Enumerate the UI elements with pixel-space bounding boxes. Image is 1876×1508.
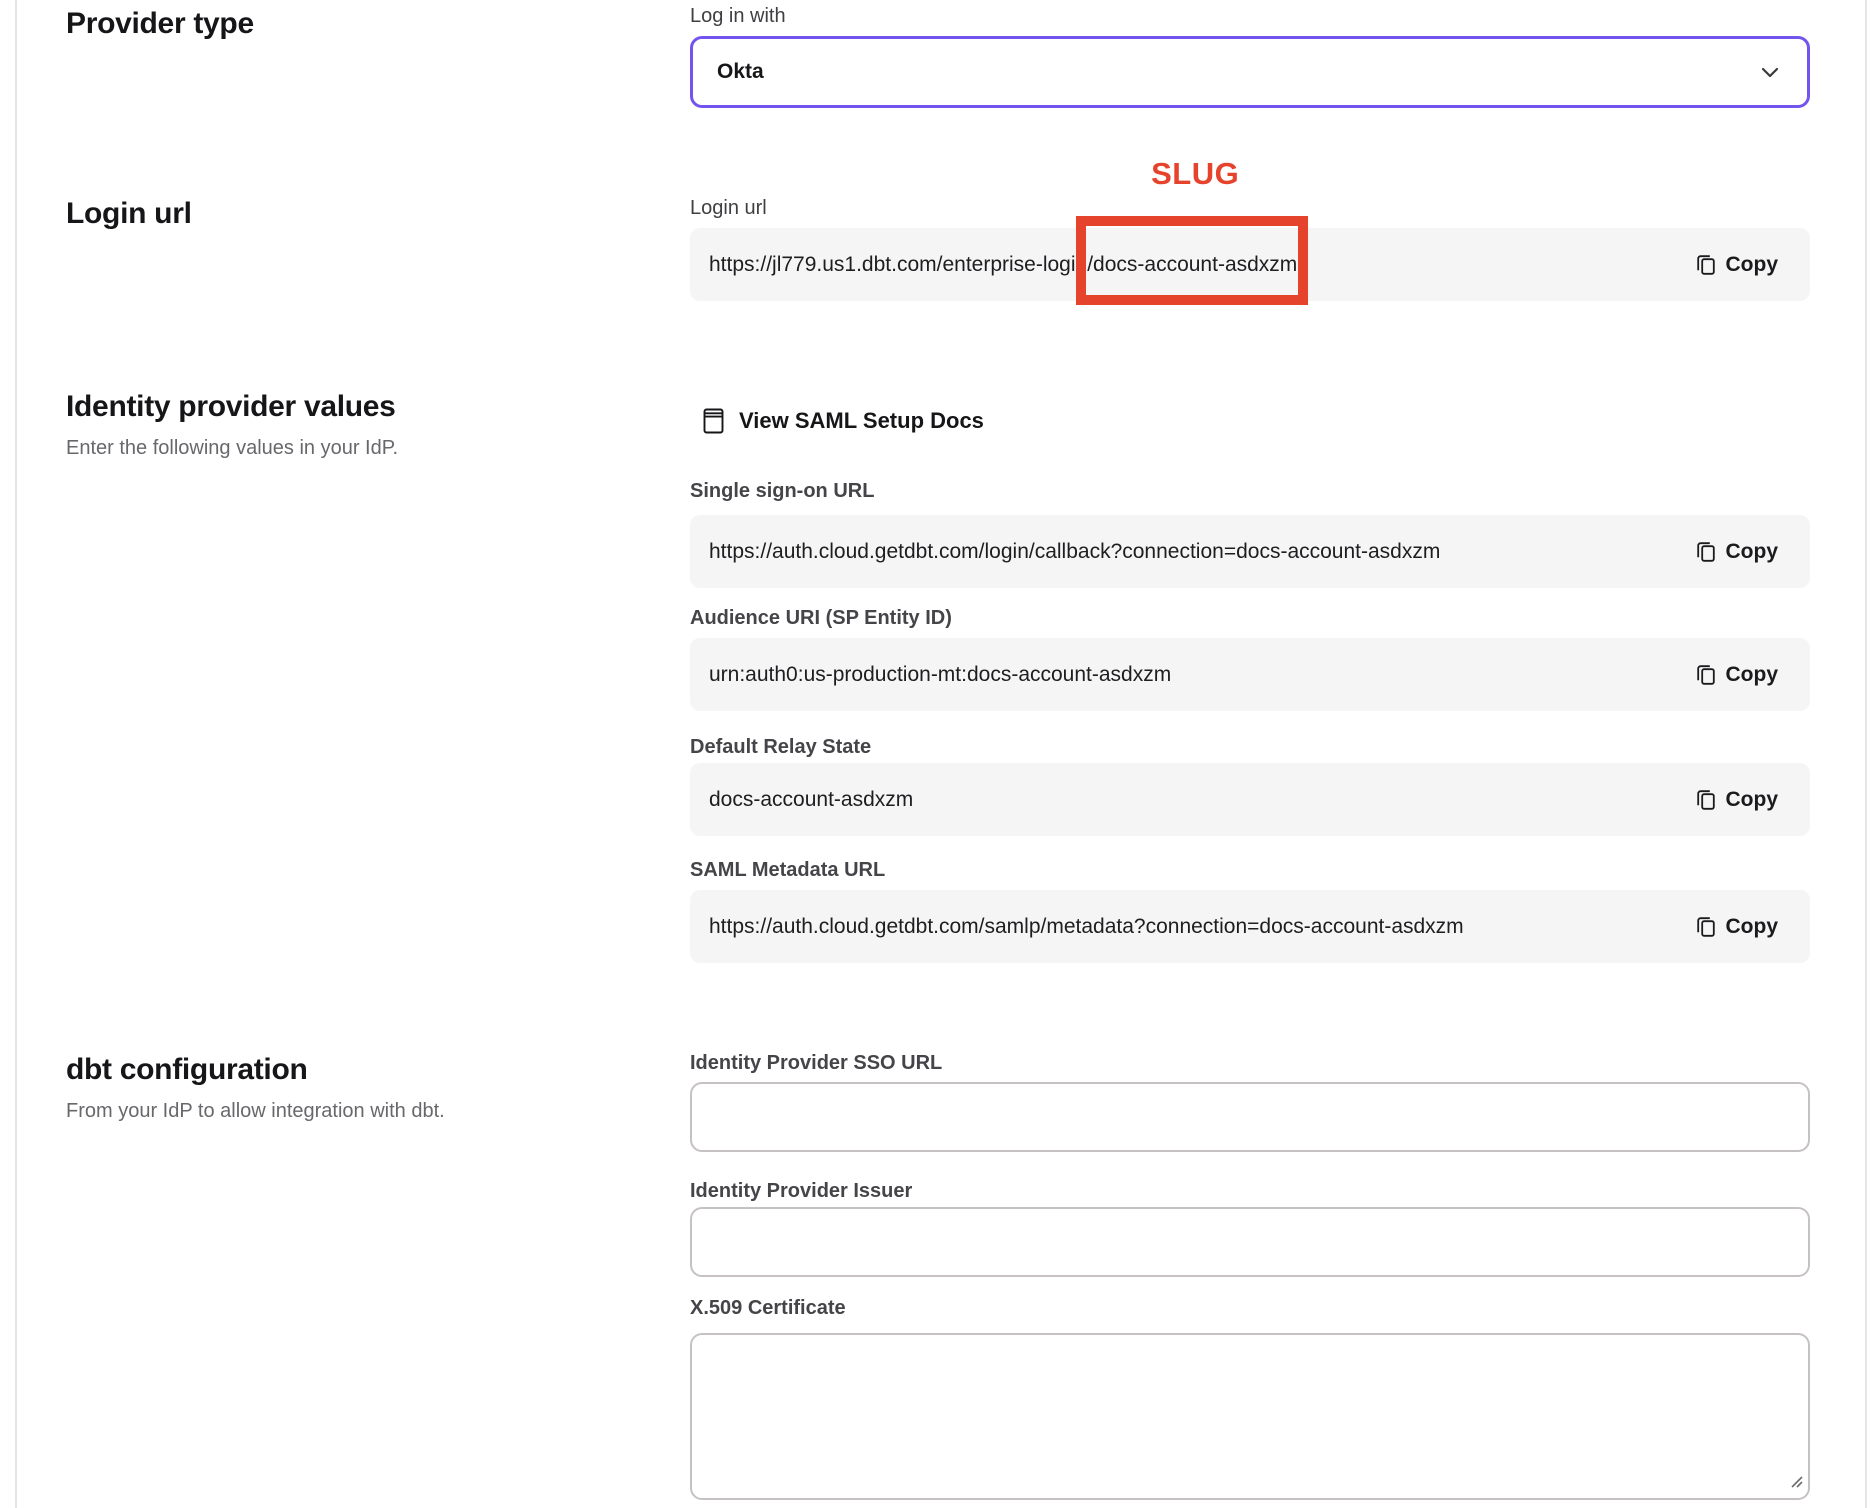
resize-handle-icon[interactable]	[1789, 1474, 1803, 1493]
provider-selected-value: Okta	[717, 60, 764, 84]
sso-url-value: https://auth.cloud.getdbt.com/login/call…	[709, 540, 1696, 564]
copy-icon	[1696, 916, 1716, 938]
saml-metadata-label: SAML Metadata URL	[690, 859, 885, 882]
identity-values-heading: Identity provider values	[66, 390, 396, 424]
audience-uri-value: urn:auth0:us-production-mt:docs-account-…	[709, 663, 1696, 687]
sso-url-field: https://auth.cloud.getdbt.com/login/call…	[690, 515, 1810, 588]
slug-annotation-label: SLUG	[1151, 156, 1239, 192]
book-icon	[703, 408, 724, 434]
copy-icon	[1696, 664, 1716, 686]
login-url-label: Login url	[690, 197, 767, 220]
dbt-configuration-heading: dbt configuration	[66, 1053, 308, 1087]
copy-saml-metadata-button[interactable]: Copy	[1696, 915, 1779, 939]
audience-uri-label: Audience URI (SP Entity ID)	[690, 607, 952, 630]
copy-icon	[1696, 789, 1716, 811]
saml-metadata-value: https://auth.cloud.getdbt.com/samlp/meta…	[709, 915, 1696, 939]
provider-type-heading: Provider type	[66, 7, 254, 41]
login-url-prefix: https://jl779.us1.dbt.com/enterprise-log…	[709, 253, 1093, 276]
x509-certificate-textarea[interactable]	[690, 1333, 1810, 1500]
sso-url-label: Single sign-on URL	[690, 480, 874, 503]
slug-highlight-box	[1076, 216, 1308, 305]
copy-audience-uri-button[interactable]: Copy	[1696, 663, 1779, 687]
panel-right-border	[1865, 0, 1867, 1508]
chevron-down-icon	[1761, 60, 1779, 84]
copy-button-label: Copy	[1726, 540, 1779, 564]
panel-left-border	[15, 0, 17, 1508]
copy-icon	[1696, 254, 1716, 276]
relay-state-field: docs-account-asdxzm Copy	[690, 763, 1810, 836]
saml-metadata-field: https://auth.cloud.getdbt.com/samlp/meta…	[690, 890, 1810, 963]
copy-icon	[1696, 541, 1716, 563]
relay-state-value: docs-account-asdxzm	[709, 788, 1696, 812]
audience-uri-field: urn:auth0:us-production-mt:docs-account-…	[690, 638, 1810, 711]
dbt-configuration-subheading: From your IdP to allow integration with …	[66, 1100, 445, 1123]
x509-certificate-field	[690, 1333, 1810, 1500]
copy-button-label: Copy	[1726, 915, 1779, 939]
idp-sso-url-input[interactable]	[690, 1082, 1810, 1152]
idp-issuer-label: Identity Provider Issuer	[690, 1180, 912, 1203]
copy-login-url-button[interactable]: Copy	[1696, 253, 1779, 277]
copy-button-label: Copy	[1726, 663, 1779, 687]
view-saml-docs-link[interactable]: View SAML Setup Docs	[703, 408, 984, 434]
copy-button-label: Copy	[1726, 788, 1779, 812]
login-url-value: https://jl779.us1.dbt.com/enterprise-log…	[709, 253, 1696, 277]
x509-certificate-label: X.509 Certificate	[690, 1297, 846, 1320]
sso-settings-page: Provider type Log in with Okta Login url…	[0, 0, 1876, 1508]
idp-sso-url-label: Identity Provider SSO URL	[690, 1052, 942, 1075]
identity-values-subheading: Enter the following values in your IdP.	[66, 437, 398, 460]
login-url-field: https://jl779.us1.dbt.com/enterprise-log…	[690, 228, 1810, 301]
view-saml-docs-label: View SAML Setup Docs	[739, 408, 984, 434]
log-in-with-label: Log in with	[690, 5, 786, 28]
idp-issuer-input[interactable]	[690, 1207, 1810, 1277]
copy-button-label: Copy	[1726, 253, 1779, 277]
copy-relay-state-button[interactable]: Copy	[1696, 788, 1779, 812]
provider-select[interactable]: Okta	[690, 36, 1810, 108]
relay-state-label: Default Relay State	[690, 736, 871, 759]
copy-sso-url-button[interactable]: Copy	[1696, 540, 1779, 564]
login-url-heading: Login url	[66, 197, 192, 231]
login-url-slug: docs-account-asdxzmSLUG	[1093, 253, 1297, 277]
